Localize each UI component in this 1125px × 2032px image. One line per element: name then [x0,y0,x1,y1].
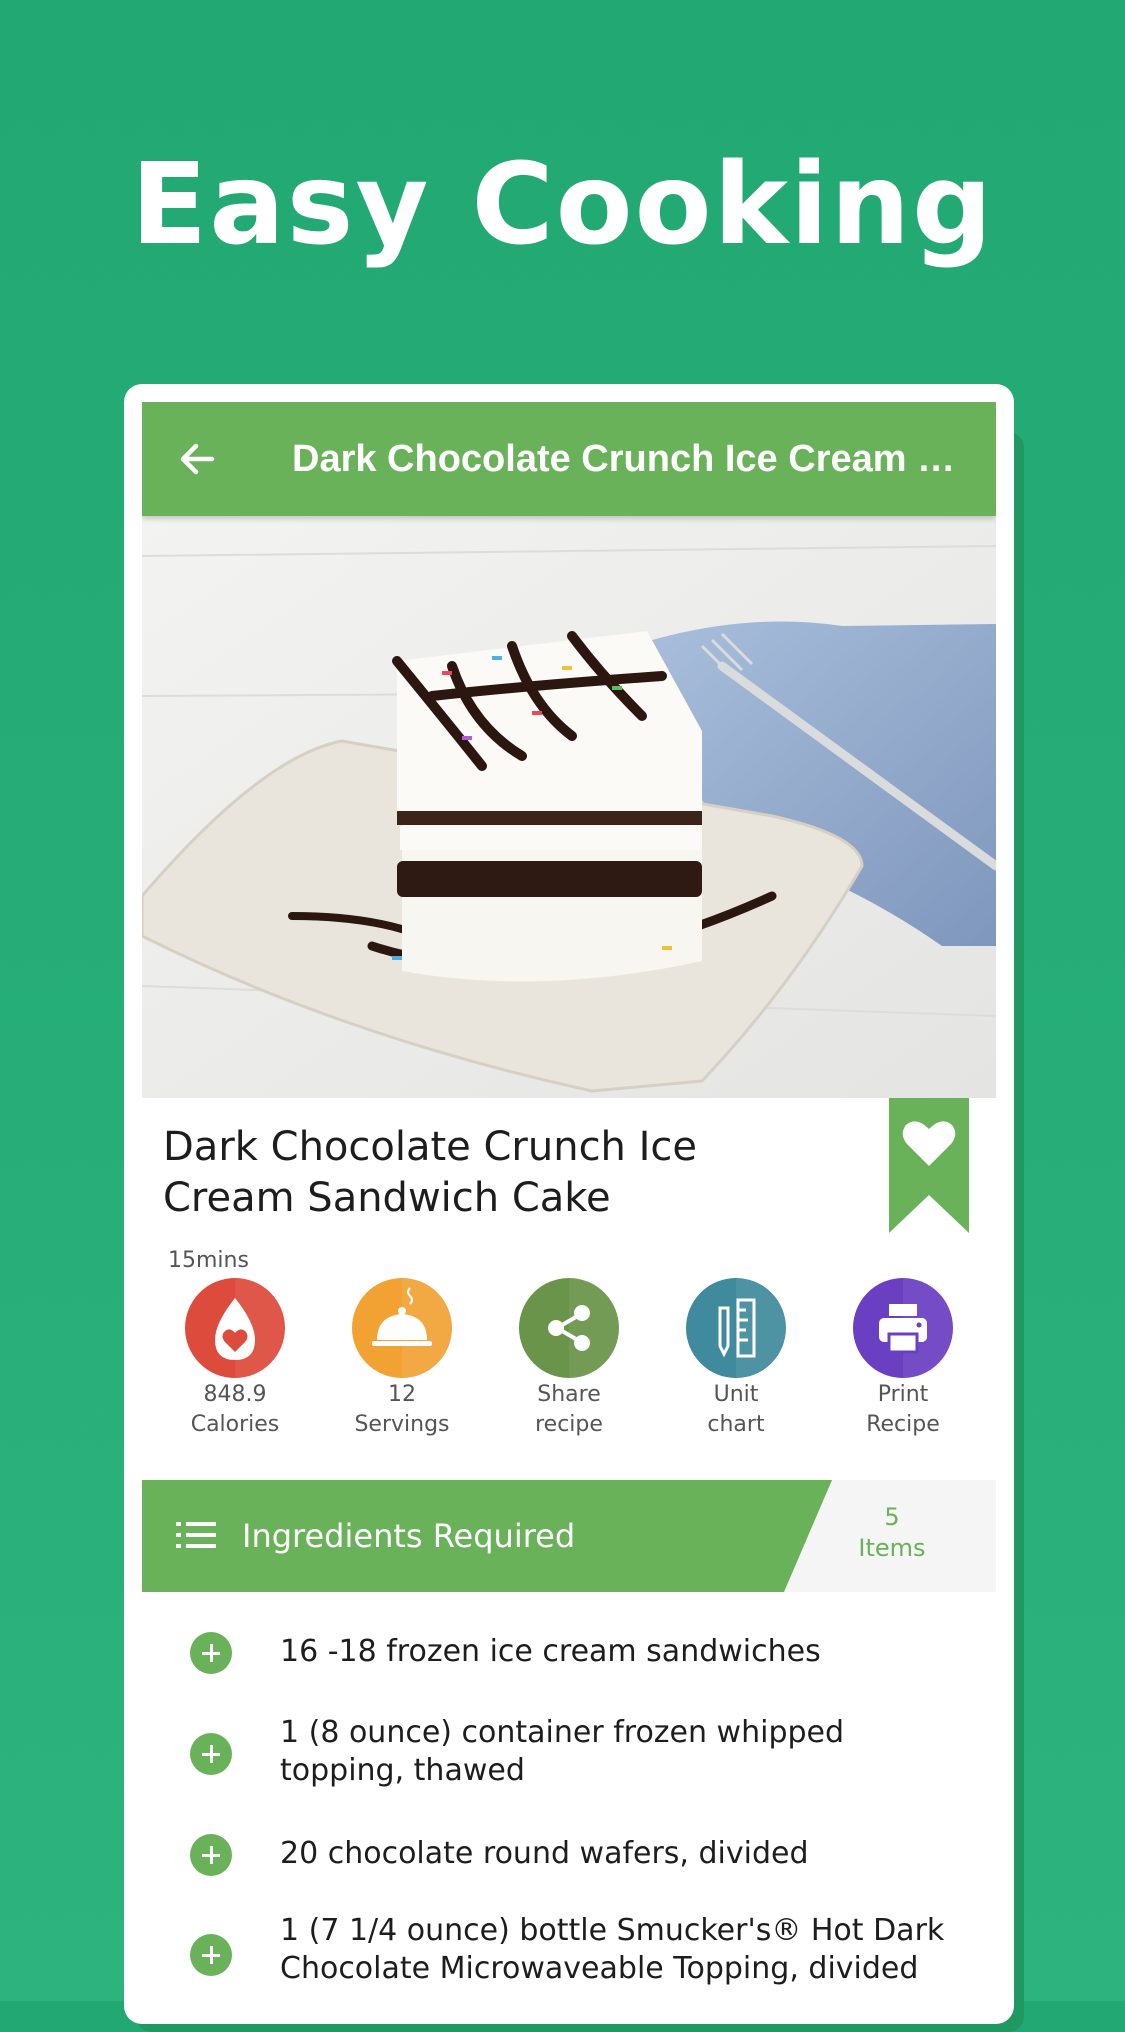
serving-cloche-icon [352,1278,452,1378]
servings-value: 12 [388,1382,416,1407]
calories-action[interactable]: 848.9 Calories [165,1278,305,1440]
ingredient-text-line-2: Chocolate Microwaveable Topping, divided [280,1951,919,1986]
app-screen: Dark Chocolate Crunch Ice Cream Sandwich… [142,402,996,2024]
unit-chart-action[interactable]: Unit chart [666,1278,806,1440]
ingredients-count: 5 Items [832,1502,952,1564]
recipe-title-line-2: Cream Sandwich Cake [163,1175,611,1221]
printer-icon [853,1278,953,1378]
back-button[interactable] [168,430,226,488]
recipe-title-line-1: Dark Chocolate Crunch Ice [163,1124,698,1170]
print-label-line-1: Print [877,1382,929,1407]
ingredients-header: Ingredients Required 5 Items [142,1480,996,1592]
print-label-line-2: Recipe [866,1412,940,1437]
ingredient-text-line-1: 16 -18 frozen ice cream sandwiches [280,1634,821,1669]
share-recipe-action[interactable]: Share recipe [499,1278,639,1440]
servings-label: Servings [354,1412,450,1437]
servings-action[interactable]: 12 Servings [332,1278,472,1440]
ingredient-text-line-2: topping, thawed [280,1753,525,1788]
ingredient-text-line-1: 20 chocolate round wafers, divided [280,1836,809,1871]
ruler-icon [686,1278,786,1378]
add-ingredient-icon[interactable] [190,1834,232,1876]
add-ingredient-icon[interactable] [190,1632,232,1674]
share-icon [519,1278,619,1378]
print-recipe-action[interactable]: Print Recipe [833,1278,973,1440]
calories-value: 848.9 [203,1382,267,1407]
app-bar: Dark Chocolate Crunch Ice Cream Sandwich… [142,402,996,516]
ingredient-text-line-1: 1 (8 ounce) container frozen whipped [280,1715,845,1750]
share-label-line-2: recipe [535,1412,603,1437]
list-icon [176,1522,216,1548]
ingredient-text-line-1: 1 (7 1/4 ounce) bottle Smucker's® Hot Da… [280,1913,945,1948]
calories-icon [185,1278,285,1378]
ingredients-title: Ingredients Required [242,1517,576,1555]
app-bar-title: Dark Chocolate Crunch Ice Cream Sandwich… [292,438,972,480]
ingredients-count-label: Items [858,1534,926,1562]
promo-headline: Easy Cooking [130,140,995,270]
cook-time: 15mins [168,1248,249,1273]
share-label-line-1: Share [537,1382,601,1407]
add-ingredient-icon[interactable] [190,1934,232,1976]
arrow-left-icon [180,443,215,475]
device-frame: Dark Chocolate Crunch Ice Cream Sandwich… [124,384,1014,2024]
add-ingredient-icon[interactable] [190,1733,232,1775]
favorite-bookmark-button[interactable] [889,1098,969,1233]
calories-label: Calories [190,1412,280,1437]
ingredients-count-number: 5 [884,1503,900,1531]
heart-bookmark-icon [889,1098,969,1233]
recipe-title: Dark Chocolate Crunch Ice Cream Sandwich… [163,1122,783,1224]
recipe-photo [142,516,996,1098]
unit-label-line-1: Unit [713,1382,759,1407]
unit-label-line-2: chart [707,1412,765,1437]
recipe-actions: 848.9 Calories 12 Servings Share recipe … [142,1278,996,1448]
